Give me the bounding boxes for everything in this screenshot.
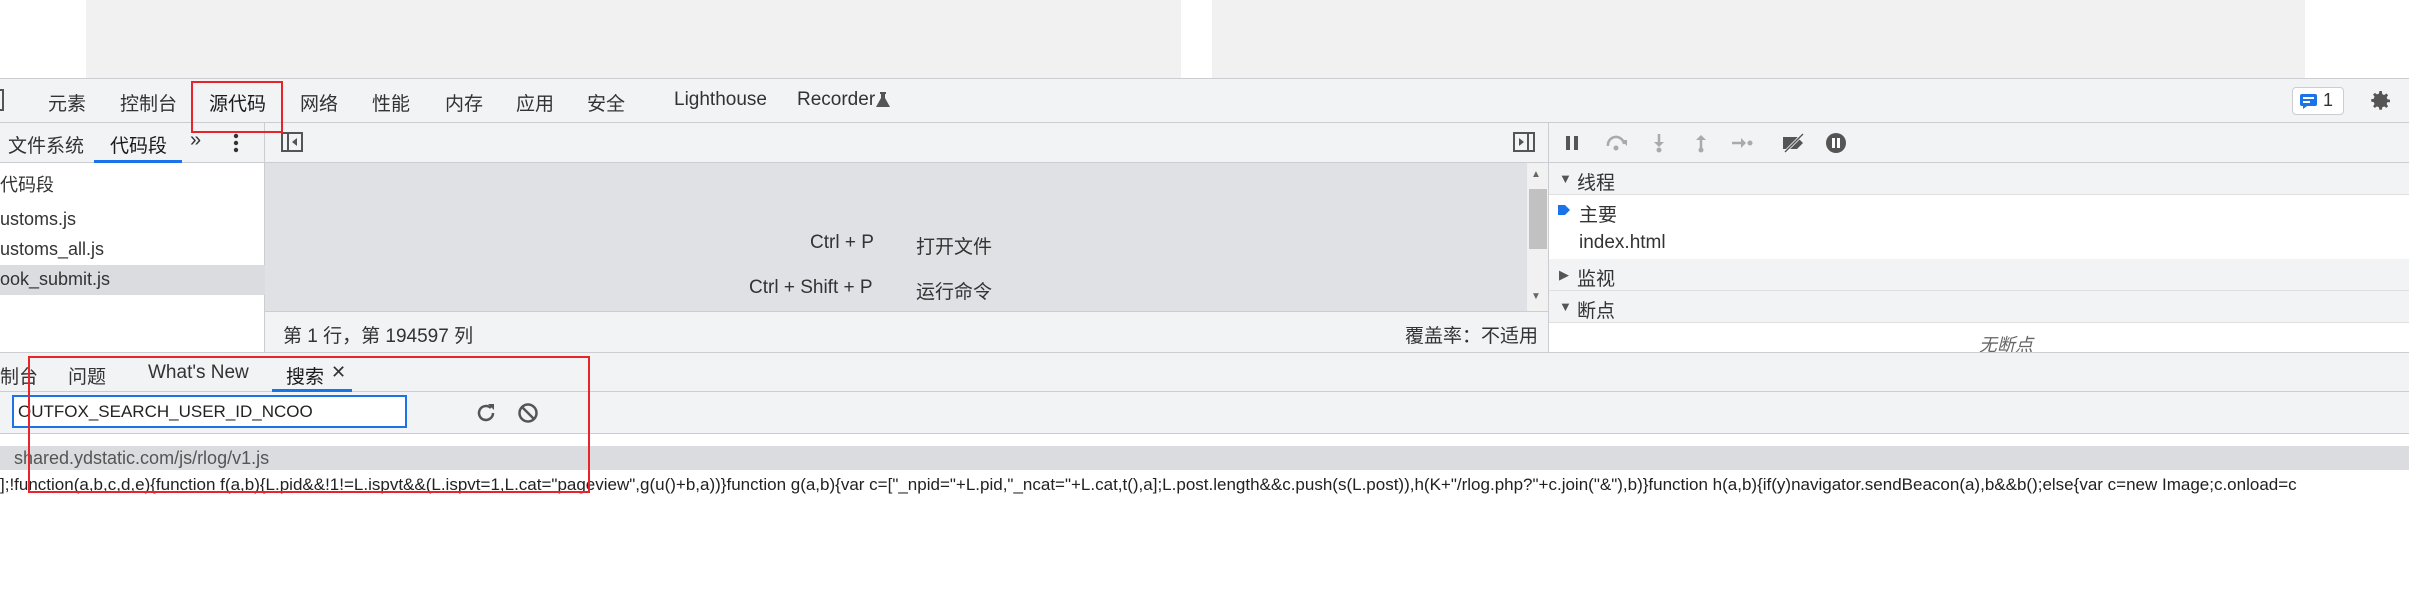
page-preview-block-right: [1212, 0, 2305, 78]
collapsed-triangle-icon: ▶: [1559, 267, 1569, 282]
editor-status-bar: 第 1 行，第 194597 列 覆盖率：不适用: [265, 311, 1548, 352]
step-out-icon[interactable]: [1694, 133, 1708, 153]
deactivate-breakpoints-icon[interactable]: [1781, 133, 1807, 153]
scroll-up-icon[interactable]: ▲: [1531, 169, 1541, 180]
shortcut-label: 运行命令: [916, 282, 993, 303]
scroll-down-icon[interactable]: ▼: [1531, 291, 1541, 302]
snippet-item[interactable]: ustoms.js: [0, 205, 265, 235]
shortcut-keys: Ctrl + Shift + P: [749, 277, 873, 298]
shortcut-label: 打开文件: [916, 237, 993, 258]
highlight-search-panel: [28, 356, 590, 493]
coverage-status: 覆盖率：不适用: [1405, 326, 1539, 347]
snippet-item-selected[interactable]: ook_submit.js: [0, 265, 265, 295]
flask-icon: [876, 91, 890, 109]
gear-icon[interactable]: [2369, 89, 2393, 113]
step-icon[interactable]: [1731, 136, 1753, 150]
expanded-triangle-icon: ▼: [1559, 299, 1572, 314]
tab-security[interactable]: 安全: [587, 89, 625, 116]
snippet-item[interactable]: ustoms_all.js: [0, 235, 265, 265]
threads-section-header[interactable]: ▼ 线程: [1549, 163, 2409, 195]
snippets-list: 代码段 ustoms.js ustoms_all.js ook_submit.j…: [0, 163, 265, 352]
breakpoints-section-header[interactable]: ▼ 断点: [1549, 291, 2409, 323]
issues-counter-button[interactable]: 1: [2292, 87, 2344, 115]
toggle-debugger-icon[interactable]: [1513, 132, 1535, 152]
snippets-header: 代码段: [0, 175, 54, 195]
current-thread-arrow-icon: [1557, 203, 1571, 217]
watch-section-header[interactable]: ▶ 监视: [1549, 259, 2409, 291]
tab-snippets[interactable]: 代码段: [110, 131, 167, 158]
tab-console[interactable]: 控制台: [120, 89, 177, 116]
tab-network[interactable]: 网络: [300, 89, 338, 116]
shortcut-keys: Ctrl + P: [810, 232, 874, 253]
pause-icon[interactable]: [1565, 135, 1579, 151]
tab-performance[interactable]: 性能: [372, 89, 410, 116]
page-preview-block-left: [86, 0, 1181, 78]
more-vertical-icon[interactable]: [233, 133, 239, 153]
toggle-navigator-icon[interactable]: [281, 132, 303, 152]
tab-memory[interactable]: 内存: [445, 89, 483, 116]
thread-index-row[interactable]: index.html: [1549, 227, 2409, 259]
step-into-icon[interactable]: [1652, 133, 1666, 153]
message-icon: [2300, 94, 2317, 109]
no-breakpoints-text: 无断点: [1979, 335, 2033, 352]
tab-application[interactable]: 应用: [516, 89, 554, 116]
device-toolbar-icon[interactable]: [0, 89, 4, 111]
cursor-position: 第 1 行，第 194597 列: [283, 326, 474, 347]
expanded-triangle-icon: ▼: [1559, 171, 1572, 186]
devtools-main-tabbar: 元素 控制台 源代码 网络 性能 内存 应用 安全 Lighthouse Rec…: [0, 78, 2409, 123]
tab-recorder[interactable]: Recorder: [797, 89, 875, 111]
editor-scrollbar[interactable]: ▲ ▼: [1527, 163, 1548, 311]
scrollbar-thumb[interactable]: [1529, 189, 1547, 249]
debugger-toolbar: [1548, 123, 2409, 163]
editor-placeholder: Ctrl + P 打开文件 Ctrl + Shift + P 运行命令: [265, 163, 1527, 311]
debugger-sidebar: ▼ 线程 主要 index.html ▶ 监视 ▼ 断点 无断点: [1548, 163, 2409, 352]
editor-toolbar: [265, 123, 1548, 163]
highlight-sources-tab: [191, 81, 283, 133]
tab-filesystem[interactable]: 文件系统: [8, 131, 84, 158]
page-preview-area: [0, 0, 2409, 78]
step-over-icon[interactable]: [1605, 135, 1629, 151]
tab-elements[interactable]: 元素: [48, 89, 86, 116]
pause-on-exceptions-icon[interactable]: [1825, 132, 1847, 154]
thread-main-row[interactable]: 主要: [1549, 195, 2409, 227]
tab-lighthouse[interactable]: Lighthouse: [674, 89, 767, 111]
issues-count: 1: [2323, 90, 2334, 110]
